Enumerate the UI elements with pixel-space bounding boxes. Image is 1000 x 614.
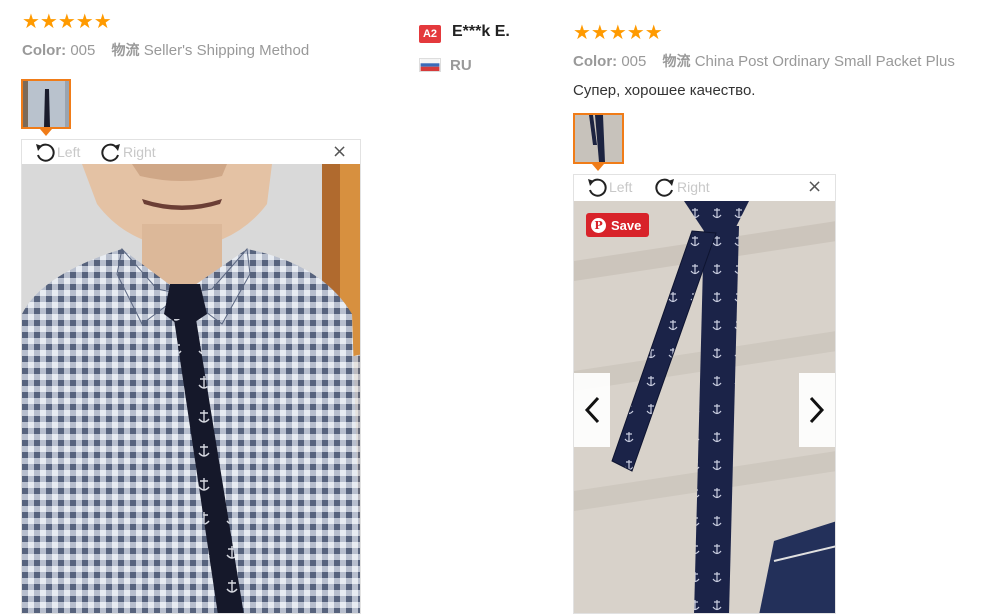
photo-viewer: Left Right × bbox=[21, 139, 361, 614]
order-meta: Color: 005 物流 China Post Ordinary Small … bbox=[573, 51, 955, 71]
rotate-right-label: Right bbox=[123, 144, 156, 160]
russia-flag-icon bbox=[419, 58, 441, 72]
photo-image bbox=[574, 201, 835, 613]
rotate-right-button[interactable]: Right bbox=[654, 177, 710, 197]
chevron-left-icon bbox=[584, 396, 600, 424]
close-viewer-button[interactable]: × bbox=[807, 177, 822, 197]
order-meta: Color: 005 物流 Seller's Shipping Method bbox=[22, 40, 309, 60]
rotate-left-icon bbox=[588, 178, 607, 197]
shipping-value: Seller's Shipping Method bbox=[143, 42, 310, 59]
shipping-label: 物流 bbox=[111, 43, 140, 59]
review-photo[interactable] bbox=[22, 164, 360, 613]
review-text: Супер, хорошее качество. bbox=[573, 82, 756, 99]
author-country: RU bbox=[450, 57, 472, 74]
rotate-right-icon bbox=[655, 178, 674, 197]
color-label: Color: bbox=[573, 53, 618, 70]
viewer-toolbar: Left Right × bbox=[22, 140, 360, 164]
photo-viewer: Left Right × bbox=[573, 174, 836, 614]
author-name: E***k E. bbox=[452, 23, 510, 40]
pinterest-icon: P bbox=[591, 217, 606, 233]
color-value: 005 bbox=[70, 42, 96, 59]
thumbnail-pointer bbox=[592, 164, 604, 171]
next-photo-button[interactable] bbox=[799, 373, 835, 447]
rotate-right-button[interactable]: Right bbox=[100, 142, 156, 162]
rotate-right-label: Right bbox=[677, 179, 710, 195]
color-label: Color: bbox=[22, 42, 67, 59]
rotate-right-icon bbox=[101, 143, 120, 162]
shipping-label: 物流 bbox=[662, 54, 691, 70]
chevron-right-icon bbox=[809, 396, 825, 424]
review-photo-thumbnail[interactable] bbox=[573, 113, 624, 164]
thumbnail-image bbox=[575, 115, 622, 162]
shipping-value: China Post Ordinary Small Packet Plus bbox=[694, 53, 955, 70]
close-viewer-button[interactable]: × bbox=[332, 142, 347, 162]
thumbnail-image bbox=[23, 81, 69, 127]
rotate-left-button[interactable]: Left bbox=[34, 142, 80, 162]
thumbnail-pointer bbox=[40, 129, 52, 136]
rotate-left-label: Left bbox=[57, 144, 81, 160]
star-rating: ★★★★★ bbox=[22, 9, 112, 33]
previous-photo-button[interactable] bbox=[574, 373, 610, 447]
color-value: 005 bbox=[621, 53, 647, 70]
review-photo[interactable]: P Save bbox=[574, 201, 835, 613]
pinterest-save-button[interactable]: P Save bbox=[586, 213, 650, 237]
star-rating: ★★★★★ bbox=[573, 20, 663, 44]
viewer-toolbar: Left Right × bbox=[574, 175, 835, 199]
rotate-left-icon bbox=[36, 143, 55, 162]
author-level-badge: A2 bbox=[419, 25, 441, 43]
review-photo-thumbnail[interactable] bbox=[21, 79, 71, 129]
photo-image bbox=[22, 164, 360, 613]
rotate-left-label: Left bbox=[609, 179, 633, 195]
save-label: Save bbox=[611, 217, 642, 233]
rotate-left-button[interactable]: Left bbox=[586, 177, 632, 197]
